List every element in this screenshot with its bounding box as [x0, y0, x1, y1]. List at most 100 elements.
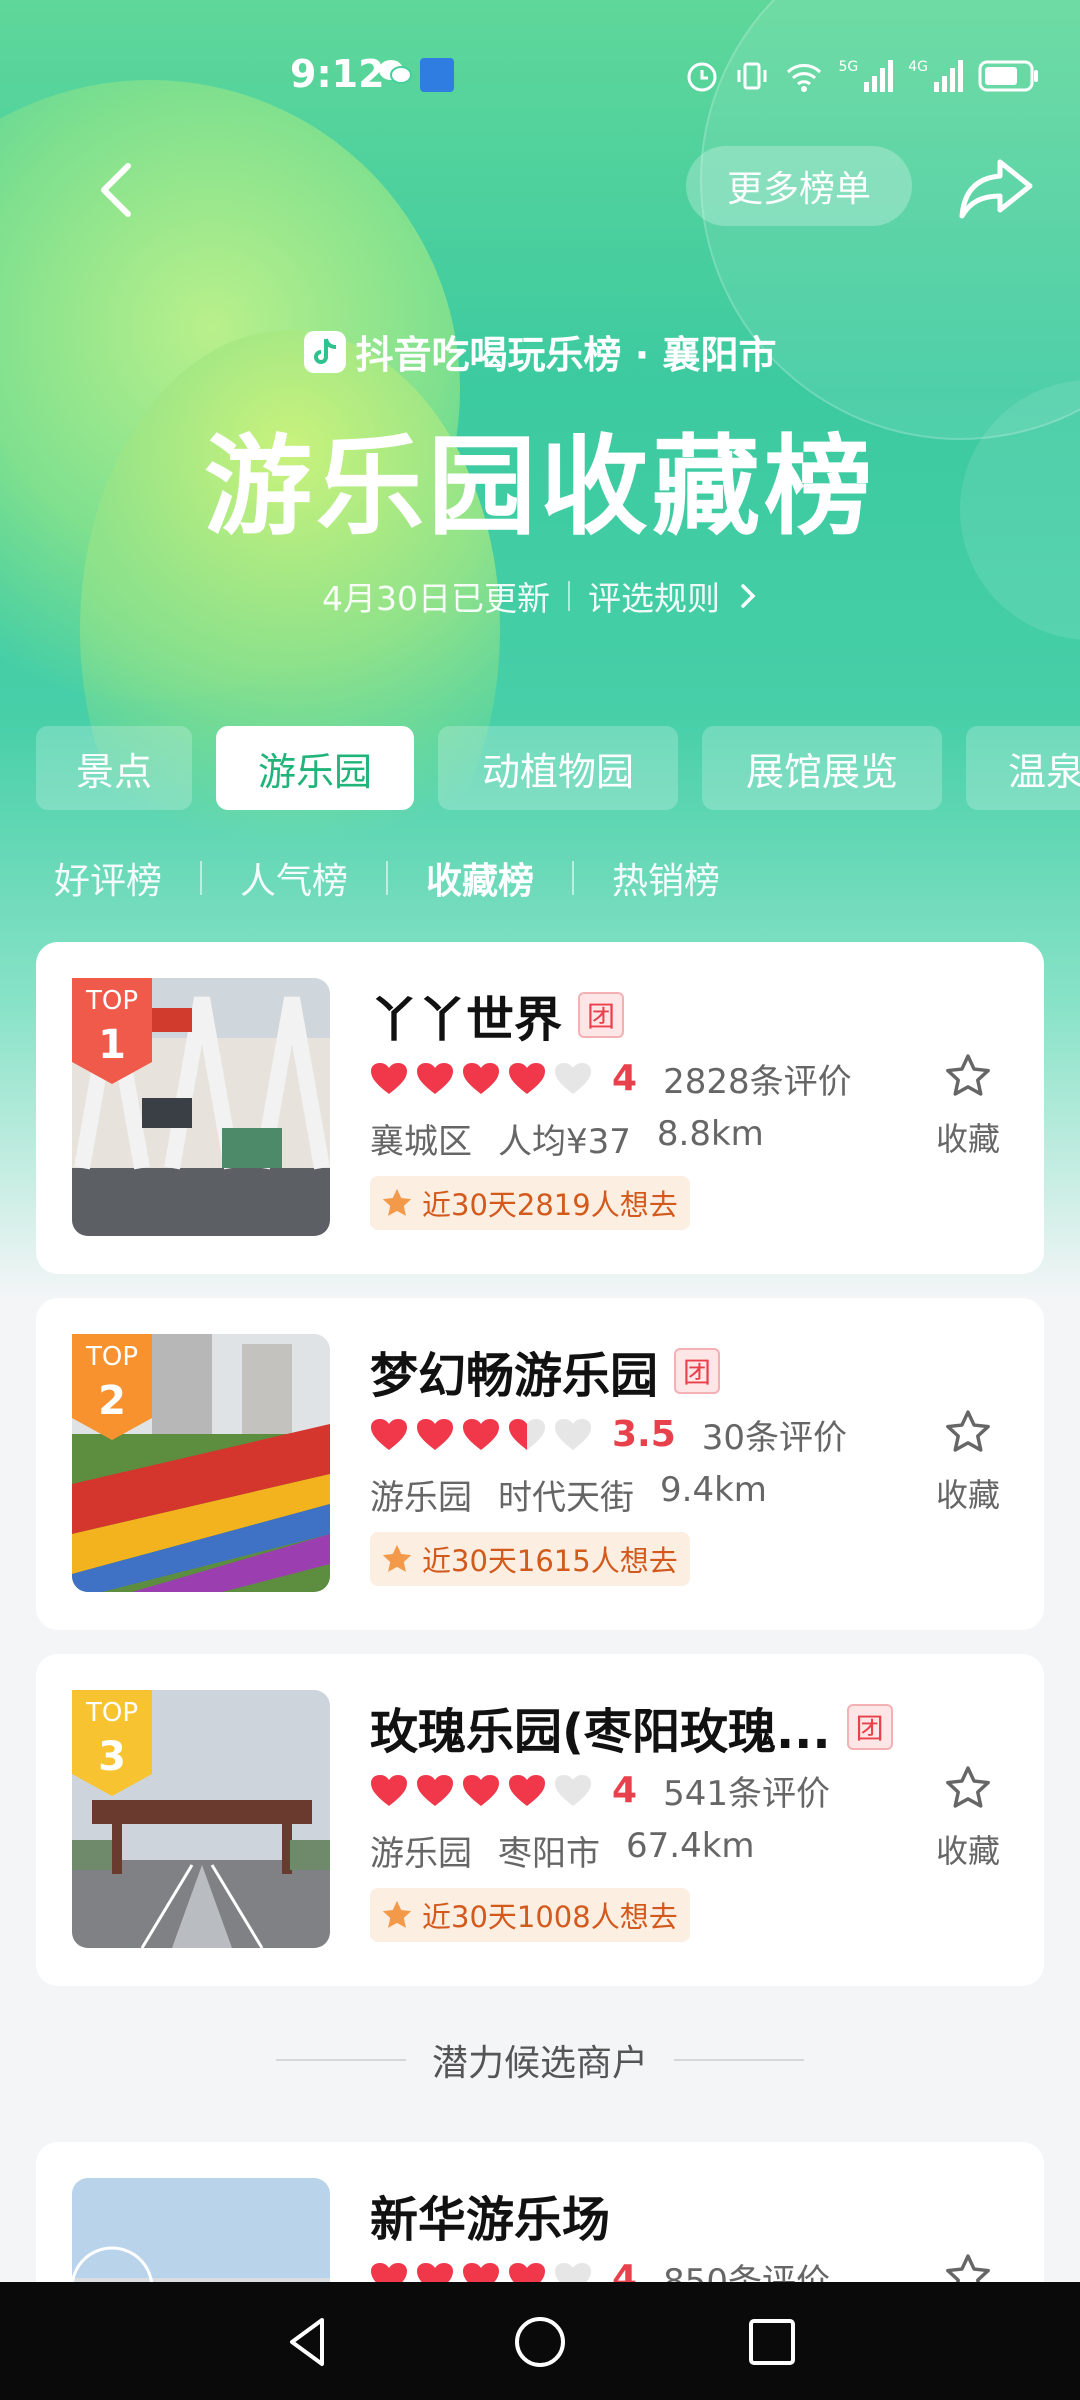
listing-name[interactable]: 玫瑰乐园(枣阳玫瑰...: [370, 1692, 831, 1762]
listing-card[interactable]: TOP 1 丫丫世界 团 4 2828条评价 襄城区 人均¥37 8.8km 近…: [36, 942, 1044, 1274]
heart-icon: [417, 1418, 453, 1450]
nav-home-icon[interactable]: [510, 2312, 570, 2372]
want-to-go-badge: 近30天1615人想去: [370, 1532, 690, 1586]
wifi-icon: [787, 64, 822, 92]
review-count[interactable]: 30条评价: [702, 1410, 847, 1459]
review-count[interactable]: 541条评价: [663, 1766, 830, 1815]
nav-recents-icon[interactable]: [742, 2312, 802, 2372]
divider: [674, 2059, 804, 2061]
subtab-favorites[interactable]: 收藏榜: [426, 852, 534, 904]
heart-icon: [555, 1774, 591, 1806]
nav-back-icon[interactable]: [278, 2312, 338, 2372]
rank-top-label: TOP: [85, 1698, 139, 1728]
rules-link[interactable]: 评选规则: [588, 572, 720, 620]
heart-icon: [509, 1062, 545, 1094]
divider: [275, 2059, 406, 2061]
heart-icon: [463, 1062, 499, 1094]
heart-icon: [555, 1418, 591, 1450]
listing-name[interactable]: 丫丫世界: [370, 980, 562, 1050]
star-outline-icon: [946, 1410, 990, 1452]
info-row: 襄城区 人均¥37 8.8km: [370, 1114, 764, 1163]
share-button[interactable]: [956, 156, 1036, 220]
back-button[interactable]: [92, 160, 144, 220]
heart-rating: [370, 1418, 592, 1452]
status-time: 9:12: [290, 52, 385, 96]
distance: 67.4km: [626, 1826, 755, 1866]
douyin-logo-icon: [303, 330, 346, 373]
signal-icon-2: [934, 60, 963, 92]
rating-score: 4: [612, 1058, 638, 1099]
avg-price: 时代天街: [498, 1478, 634, 1518]
tab-scenic[interactable]: 景点: [36, 726, 192, 810]
potential-candidates-heading: 潜力候选商户: [0, 2034, 1080, 2086]
district: 游乐园: [370, 1478, 472, 1518]
heart-icon: [509, 1774, 545, 1806]
subtab-popularity[interactable]: 人气榜: [240, 852, 348, 904]
favorite-label: 收藏: [935, 1476, 1000, 1514]
star-outline-icon: [946, 1766, 990, 1808]
system-navigation-bar: [0, 2282, 1080, 2400]
listing-name[interactable]: 梦幻畅游乐园: [370, 1336, 658, 1406]
potential-label: 潜力候选商户: [431, 2043, 648, 2084]
review-count[interactable]: 2828条评价: [663, 1054, 852, 1103]
rating-score: 3.5: [612, 1414, 676, 1455]
avg-price: 枣阳市: [498, 1834, 600, 1874]
info-row: 游乐园 枣阳市 67.4km: [370, 1826, 755, 1875]
listing-name[interactable]: 新华游乐场: [370, 2180, 610, 2250]
more-rankings-button[interactable]: 更多榜单: [686, 146, 912, 226]
district: 襄城区: [370, 1122, 472, 1162]
network-4g-label: 4G: [908, 59, 928, 75]
update-date: 4月30日已更新: [322, 579, 550, 618]
rank-top-label: TOP: [85, 1342, 139, 1372]
favorite-button[interactable]: 收藏: [928, 1762, 1008, 1872]
chevron-right-icon[interactable]: [738, 581, 758, 611]
want-to-go-badge: 近30天1008人想去: [370, 1888, 690, 1942]
star-icon: [382, 1900, 412, 1928]
group-buy-badge: 团: [578, 992, 625, 1038]
tab-amusement-park[interactable]: 游乐园: [216, 726, 414, 810]
favorite-button[interactable]: 收藏: [928, 1050, 1008, 1160]
want-to-go-text: 近30天1008人想去: [422, 1900, 678, 1934]
distance: 9.4km: [660, 1470, 767, 1510]
heart-icon: [371, 1062, 407, 1094]
vibrate-icon: [737, 62, 767, 90]
alarm-icon: [687, 62, 717, 92]
rating-row: 4 541条评价: [370, 1766, 830, 1815]
rank-number: 1: [98, 1022, 126, 1068]
update-line: 4月30日已更新 评选规则: [0, 572, 1080, 620]
heart-icon: [371, 1774, 407, 1806]
info-row: 游乐园 时代天街 9.4km: [370, 1470, 767, 1519]
heart-rating: [370, 1062, 592, 1096]
favorite-label: 收藏: [935, 1832, 1000, 1870]
heart-icon: [463, 1774, 499, 1806]
app-notification-icon: [420, 58, 454, 92]
group-buy-badge: 团: [674, 1348, 721, 1394]
rating-score: 4: [612, 1770, 638, 1811]
tab-zoo-botanical[interactable]: 动植物园: [438, 726, 678, 810]
tab-exhibitions[interactable]: 展馆展览: [702, 726, 942, 810]
district: 游乐园: [370, 1834, 472, 1874]
brand-text: 抖音吃喝玩乐榜 · 襄阳市: [355, 333, 777, 377]
heart-rating: [370, 1774, 592, 1808]
want-to-go-text: 近30天1615人想去: [422, 1544, 678, 1578]
heart-icon: [417, 1062, 453, 1094]
network-5g-label: 5G: [838, 59, 859, 75]
group-buy-badge: 团: [846, 1704, 893, 1750]
listing-card[interactable]: TOP 2 梦幻畅游乐园 团 3.5 30条评价 游乐园 时代天街 9.4km …: [36, 1298, 1044, 1630]
heart-icon: [417, 1774, 453, 1806]
status-bar: 9:12 5G 4G: [0, 0, 1080, 150]
category-tabs: 景点 游乐园 动植物园 展馆展览 温泉: [36, 726, 1080, 810]
subtab-good-reviews[interactable]: 好评榜: [54, 852, 162, 904]
subtab-best-selling[interactable]: 热销榜: [612, 852, 720, 904]
distance: 8.8km: [656, 1114, 764, 1154]
heart-icon: [509, 1418, 545, 1450]
listing-card[interactable]: TOP 3 玫瑰乐园(枣阳玫瑰... 团 4 541条评价 游乐园 枣阳市 67…: [36, 1654, 1044, 1986]
rating-row: 4 2828条评价: [370, 1054, 852, 1103]
star-outline-icon: [946, 1054, 990, 1096]
tab-hot-springs[interactable]: 温泉: [966, 726, 1080, 810]
rank-number: 2: [98, 1378, 126, 1424]
favorite-label: 收藏: [935, 1120, 1000, 1158]
favorite-button[interactable]: 收藏: [928, 1406, 1008, 1516]
battery-icon: [978, 60, 1038, 92]
divider: [568, 581, 570, 611]
